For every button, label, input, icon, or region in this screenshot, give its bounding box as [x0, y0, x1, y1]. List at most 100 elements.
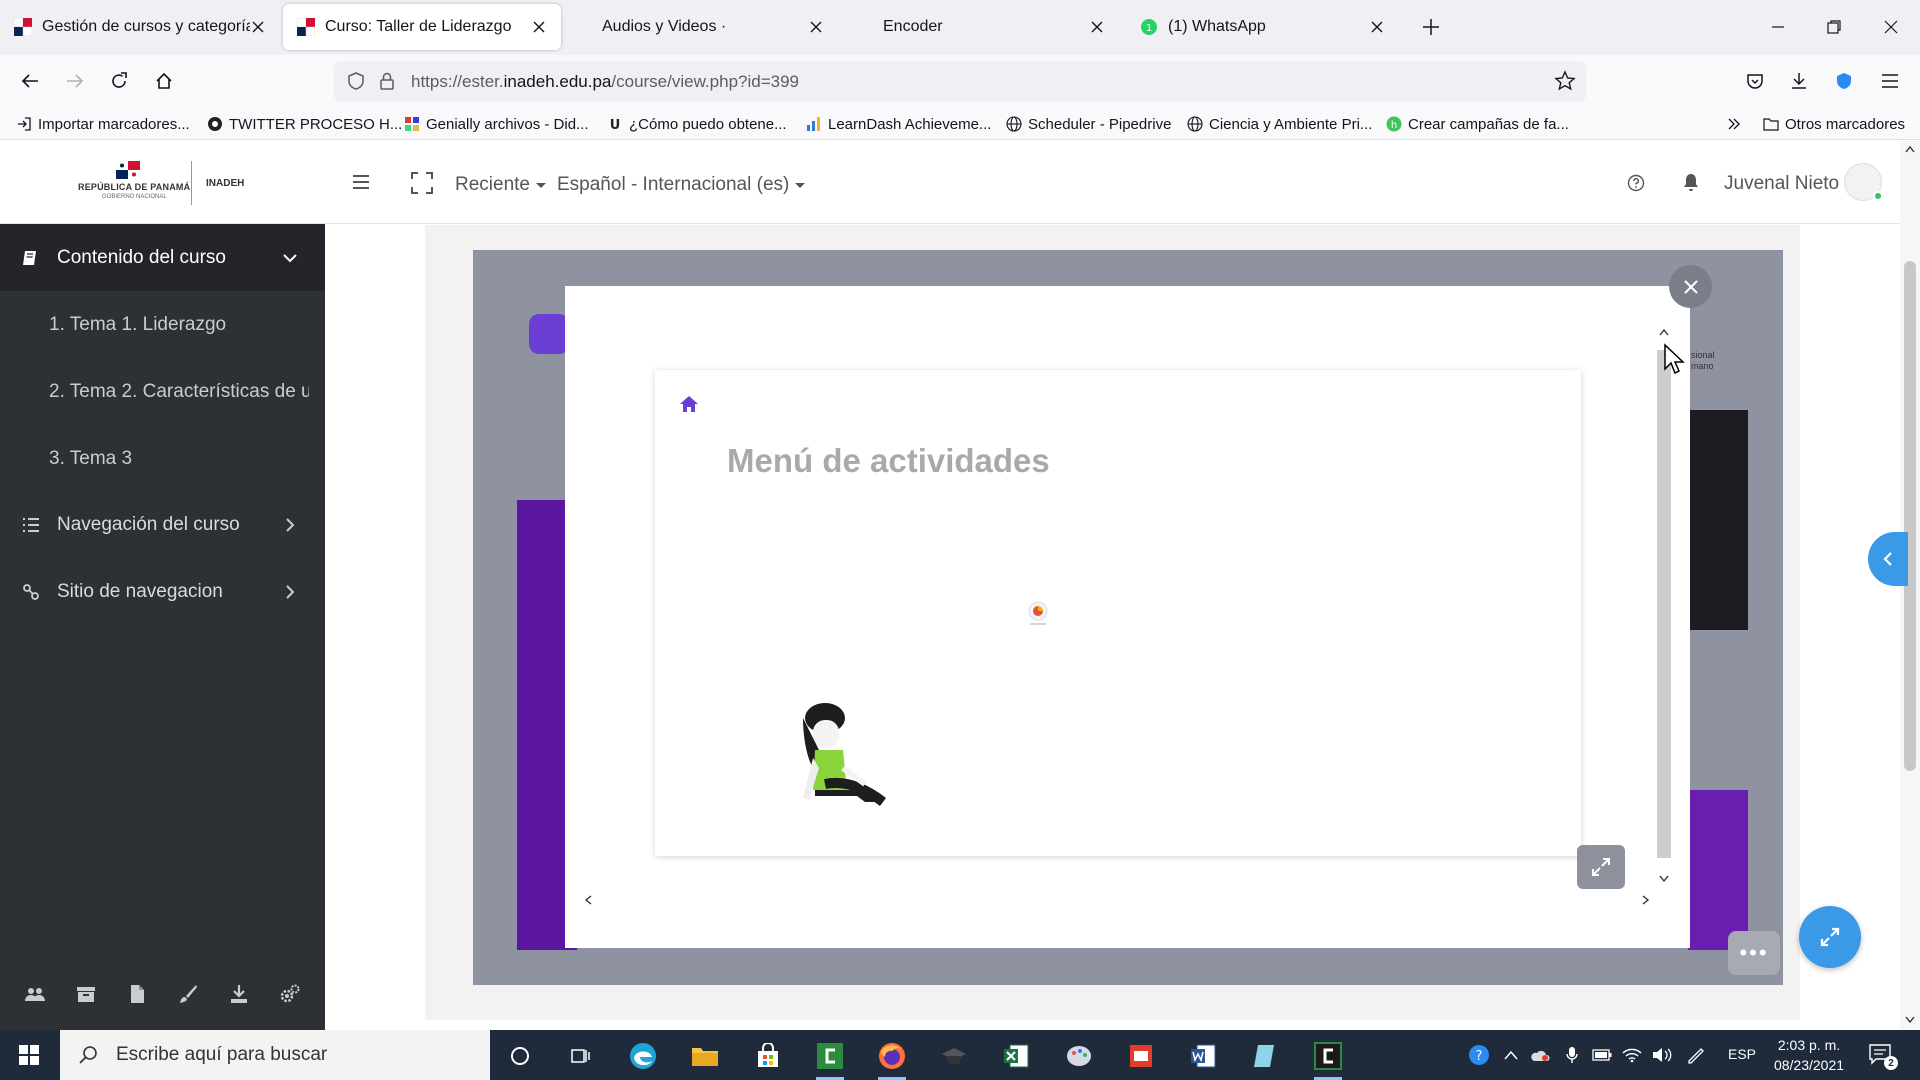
brush-icon[interactable] [177, 983, 199, 1005]
paint-icon[interactable] [1063, 1040, 1095, 1072]
extension-shield-icon[interactable] [1831, 68, 1857, 94]
store-icon[interactable] [752, 1040, 784, 1072]
modal-vertical-scrollbar[interactable] [1654, 324, 1674, 889]
forward-icon[interactable] [62, 68, 88, 94]
help-icon[interactable] [1625, 172, 1647, 194]
download-icon[interactable] [1786, 68, 1812, 94]
tab-encoder[interactable]: Encoder [869, 4, 1119, 50]
other-bookmarks[interactable]: Otros marcadores [1763, 113, 1905, 135]
bell-icon[interactable] [1680, 171, 1702, 193]
settings-icon[interactable] [279, 983, 301, 1005]
star-icon[interactable] [1554, 70, 1576, 92]
close-window-icon[interactable] [1878, 14, 1904, 40]
close-tab-icon[interactable] [808, 19, 824, 35]
input-language[interactable]: ESP [1728, 1046, 1756, 1062]
scroll-right-icon[interactable] [1642, 895, 1650, 905]
acrobat-icon[interactable] [1125, 1040, 1157, 1072]
modal-horizontal-scrollbar[interactable] [578, 888, 1650, 912]
home-icon[interactable] [679, 394, 699, 414]
sidebar-item-course-content[interactable]: Contenido del curso [0, 224, 325, 291]
excel-icon[interactable] [1000, 1040, 1032, 1072]
download-icon[interactable] [228, 983, 250, 1005]
help-tray-icon[interactable]: ? [1466, 1045, 1492, 1065]
bookmark-genially[interactable]: Genially archivos - Did... [404, 113, 589, 135]
menu-icon[interactable] [1877, 68, 1903, 94]
onedrive-icon[interactable] [1530, 1045, 1550, 1065]
sidebar-item-course-navigation[interactable]: Navegación del curso [0, 495, 325, 555]
tab-gestion-cursos[interactable]: Gestión de cursos y categorías [0, 4, 280, 50]
home-icon[interactable] [151, 68, 177, 94]
file-icon[interactable] [126, 983, 148, 1005]
scroll-up-icon[interactable] [1905, 145, 1915, 153]
url-bar[interactable]: https://ester.inadeh.edu.pa/course/view.… [334, 61, 1586, 101]
scroll-down-icon[interactable] [1905, 1016, 1915, 1024]
recent-dropdown[interactable]: Reciente [455, 174, 546, 196]
sidebar-item-site-navigation[interactable]: Sitio de navegacion [0, 562, 325, 622]
close-modal-button[interactable] [1669, 265, 1712, 308]
bookmark-importar[interactable]: Importar marcadores... [16, 113, 190, 135]
restore-icon[interactable] [1821, 14, 1847, 40]
file-explorer-icon[interactable] [689, 1040, 721, 1072]
bookmark-twitter[interactable]: TWITTER PROCESO H... [207, 113, 402, 135]
close-tab-icon[interactable] [250, 19, 266, 35]
minimize-icon[interactable] [1765, 14, 1791, 40]
stage-home-button[interactable] [529, 314, 569, 354]
sidebar-topic-3[interactable]: 3. Tema 3 [49, 448, 309, 470]
bookmark-campanas[interactable]: h Crear campañas de fa... [1386, 113, 1569, 135]
media-app-icon[interactable] [938, 1040, 970, 1072]
pen-icon[interactable] [1686, 1045, 1706, 1065]
windows-start-icon[interactable] [0, 1030, 58, 1080]
language-dropdown[interactable]: Español - Internacional (es) [557, 174, 806, 196]
scroll-left-icon[interactable] [584, 895, 592, 905]
scroll-down-icon[interactable] [1659, 875, 1669, 883]
firefox-icon[interactable] [876, 1040, 908, 1080]
tab-whatsapp[interactable]: 1 (1) WhatsApp [1126, 4, 1399, 50]
wifi-icon[interactable] [1622, 1045, 1642, 1065]
reload-icon[interactable] [106, 68, 132, 94]
archive-icon[interactable] [75, 983, 97, 1005]
close-tab-icon[interactable] [1369, 19, 1385, 35]
battery-icon[interactable] [1592, 1045, 1612, 1065]
sidebar-topic-1[interactable]: 1. Tema 1. Liderazgo [49, 314, 309, 336]
notification-center-icon[interactable]: 2 [1868, 1043, 1898, 1070]
system-clock[interactable]: 2:03 p. m. 08/23/2021 [1766, 1035, 1852, 1075]
scrollbar-thumb[interactable] [1904, 261, 1916, 771]
more-options-button[interactable]: ••• [1728, 931, 1780, 975]
user-name[interactable]: Juvenal Nieto [1724, 173, 1839, 195]
shield-icon[interactable] [346, 71, 366, 91]
task-view-icon[interactable] [564, 1040, 596, 1072]
microphone-icon[interactable] [1562, 1045, 1582, 1065]
notes-app-icon[interactable] [1249, 1040, 1281, 1072]
back-icon[interactable] [17, 68, 43, 94]
new-tab-icon[interactable] [1420, 16, 1442, 38]
chevron-up-icon[interactable] [1501, 1045, 1521, 1065]
camtasia-icon[interactable] [814, 1040, 846, 1080]
word-icon[interactable] [1187, 1040, 1219, 1072]
pocket-icon[interactable] [1742, 68, 1768, 94]
fullscreen-fab-button[interactable] [1799, 906, 1861, 968]
fullscreen-icon[interactable] [410, 171, 434, 195]
scrollbar-thumb[interactable] [1657, 350, 1671, 858]
url-text[interactable]: https://ester.inadeh.edu.pa/course/view.… [411, 72, 799, 92]
edge-icon[interactable] [627, 1040, 659, 1072]
cortana-icon[interactable] [504, 1040, 536, 1072]
hamburger-icon[interactable] [350, 171, 372, 193]
volume-icon[interactable] [1652, 1045, 1672, 1065]
participants-icon[interactable] [24, 983, 46, 1005]
avatar[interactable] [1844, 163, 1883, 201]
bookmark-learndash[interactable]: LearnDash Achieveme... [806, 113, 991, 135]
more-bookmarks-icon[interactable] [1726, 113, 1742, 135]
inadeh-logo[interactable]: REPÚBLICA DE PANAMÁ GOBIERNO NACIONAL IN… [78, 161, 258, 205]
close-tab-icon[interactable] [1089, 19, 1105, 35]
sidebar-topic-2[interactable]: 2. Tema 2. Características de u [49, 381, 309, 403]
bookmark-como-puedo[interactable]: U ¿Cómo puedo obtene... [607, 113, 787, 135]
scroll-up-icon[interactable] [1659, 328, 1669, 336]
camtasia-recorder-icon[interactable] [1312, 1040, 1344, 1080]
bookmark-scheduler[interactable]: Scheduler - Pipedrive [1006, 113, 1171, 135]
taskbar-search-input[interactable]: Escribe aquí para buscar [60, 1030, 490, 1080]
lock-icon[interactable] [378, 71, 396, 91]
bookmark-ciencia[interactable]: Ciencia y Ambiente Pri... [1187, 113, 1372, 135]
tab-audios-videos[interactable]: Audios y Videos · [588, 4, 838, 50]
expand-button[interactable] [1577, 845, 1625, 889]
tab-taller-liderazgo[interactable]: Curso: Taller de Liderazgo [283, 4, 561, 50]
